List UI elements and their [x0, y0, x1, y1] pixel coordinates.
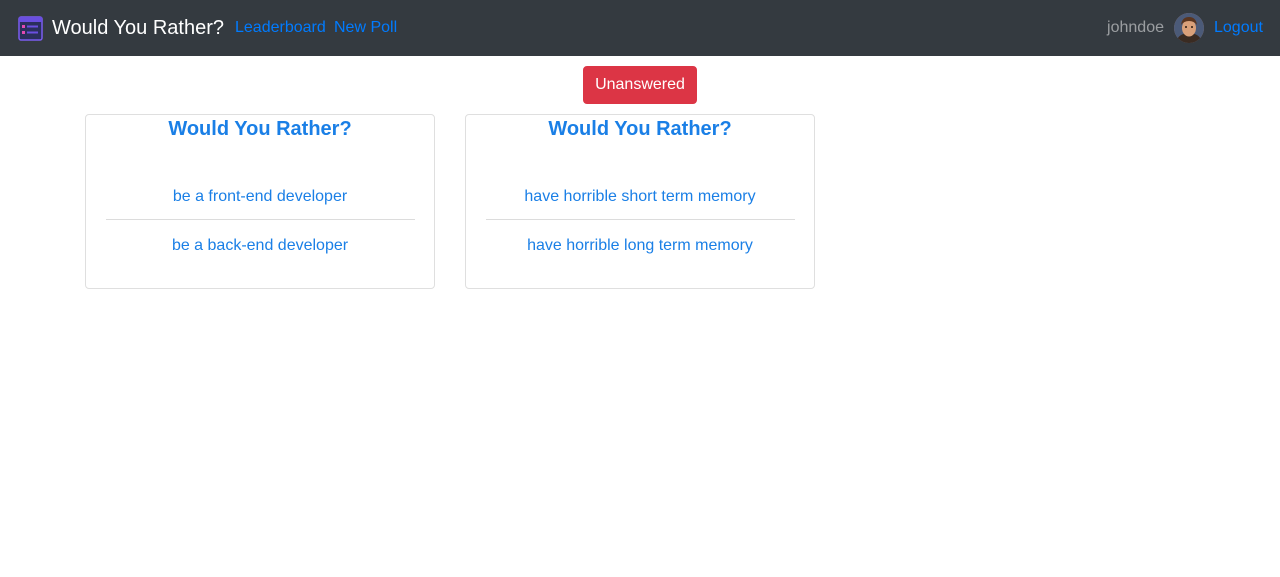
current-username: johndoe: [1107, 19, 1164, 36]
top-navbar: Would You Rather? Leaderboard New Poll j…: [0, 0, 1280, 56]
nav-link-leaderboard[interactable]: Leaderboard: [235, 18, 326, 38]
question-card-title: Would You Rather?: [548, 118, 732, 140]
question-option-one[interactable]: be a front-end developer: [86, 187, 434, 207]
question-option-one[interactable]: have horrible short term memory: [466, 187, 814, 207]
options-divider: [106, 219, 415, 220]
brand-title: Would You Rather?: [52, 17, 224, 39]
nav-link-new-poll[interactable]: New Poll: [334, 18, 397, 38]
question-option-two[interactable]: be a back-end developer: [86, 236, 434, 256]
logout-link[interactable]: Logout: [1214, 18, 1263, 38]
unanswered-filter-button[interactable]: Unanswered: [583, 66, 697, 104]
question-option-two[interactable]: have horrible long term memory: [466, 236, 814, 256]
user-avatar: [1174, 13, 1204, 43]
question-card-title: Would You Rather?: [168, 118, 352, 140]
brand-home-link[interactable]: Would You Rather?: [18, 14, 224, 42]
question-card: Would You Rather? have horrible short te…: [465, 114, 815, 289]
options-divider: [486, 219, 795, 220]
question-card: Would You Rather? be a front-end develop…: [85, 114, 435, 289]
app-logo-icon: [18, 15, 43, 41]
